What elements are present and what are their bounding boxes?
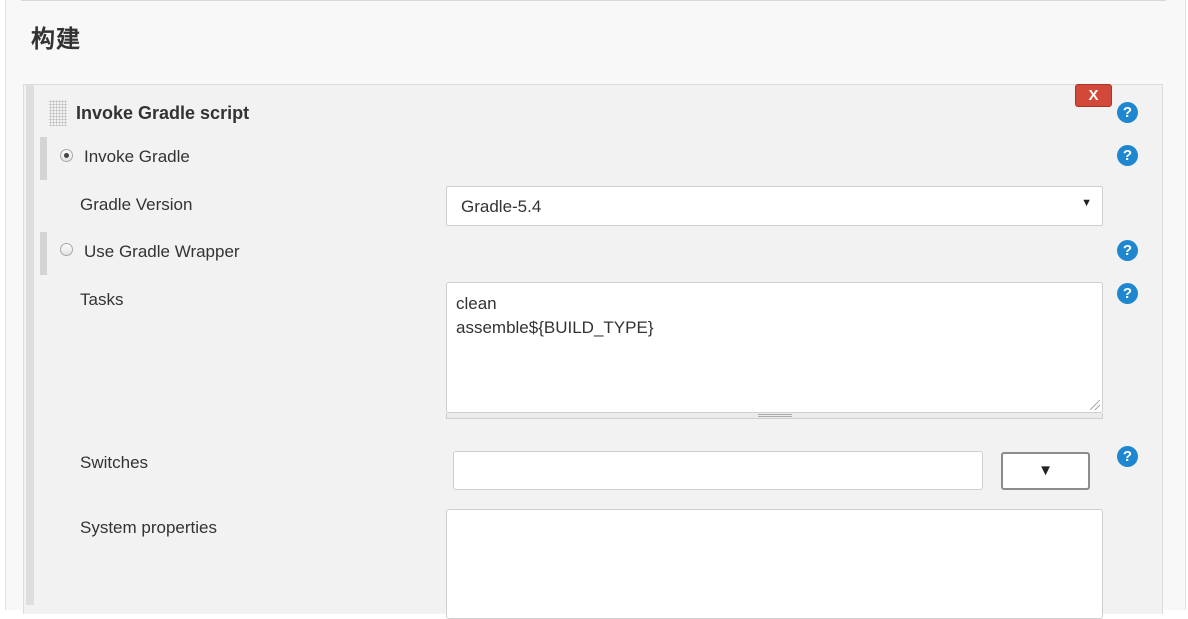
invoke-gradle-label: Invoke Gradle (84, 147, 190, 166)
tasks-line: clean (456, 294, 497, 313)
gradle-version-value: Gradle-5.4 (461, 197, 542, 216)
switches-input[interactable] (453, 451, 983, 490)
use-gradle-wrapper-label: Use Gradle Wrapper (84, 242, 240, 261)
grip-icon (758, 414, 792, 417)
system-properties-textarea[interactable] (446, 509, 1103, 619)
chevron-down-icon: ▼ (1081, 197, 1092, 209)
use-gradle-wrapper-radio[interactable] (60, 243, 73, 256)
build-step-panel-bar (26, 85, 34, 605)
tasks-line: assemble${BUILD_TYPE} (456, 318, 654, 337)
help-icon[interactable]: ? (1117, 283, 1138, 304)
option-bar-invoke-gradle (40, 137, 47, 180)
help-icon[interactable]: ? (1117, 102, 1138, 123)
invoke-gradle-radio[interactable] (60, 149, 73, 162)
step-title: Invoke Gradle script (76, 103, 250, 123)
switches-label: Switches (80, 453, 149, 472)
section-title: 构建 (31, 26, 81, 53)
drag-handle-icon[interactable] (49, 100, 67, 126)
gradle-version-select[interactable]: Gradle-5.4 ▼ (446, 186, 1103, 226)
top-divider (21, 0, 1166, 1)
option-bar-use-wrapper (40, 232, 47, 275)
tasks-label: Tasks (80, 290, 124, 309)
delete-step-button[interactable]: X (1075, 84, 1112, 107)
textarea-expand-bar[interactable] (446, 413, 1103, 419)
gradle-version-label: Gradle Version (80, 195, 193, 214)
switches-expand-button[interactable]: ▼ (1001, 452, 1090, 490)
tasks-textarea[interactable]: clean assemble${BUILD_TYPE} (446, 282, 1103, 413)
chevron-down-icon: ▼ (1038, 462, 1053, 479)
resize-handle-icon[interactable] (1090, 400, 1100, 410)
help-icon[interactable]: ? (1117, 240, 1138, 261)
help-icon[interactable]: ? (1117, 446, 1138, 467)
help-icon[interactable]: ? (1117, 145, 1138, 166)
system-properties-label: System properties (80, 518, 217, 537)
